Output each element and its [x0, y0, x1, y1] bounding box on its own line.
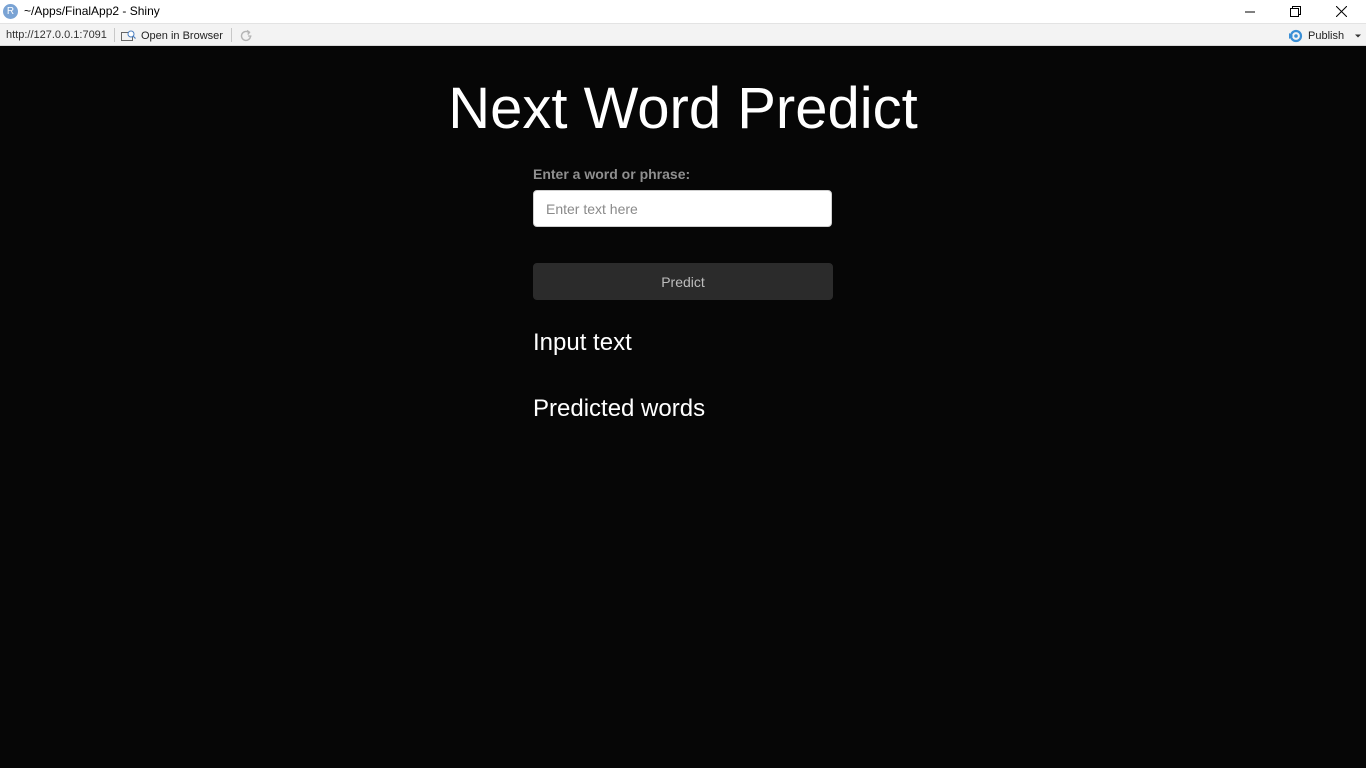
predicted-words-heading: Predicted words	[533, 395, 706, 422]
minimize-button[interactable]	[1227, 0, 1273, 23]
close-button[interactable]	[1318, 0, 1364, 23]
chevron-down-icon	[1355, 34, 1362, 37]
input-text-heading: Input text	[533, 329, 632, 356]
open-in-browser-label: Open in Browser	[141, 29, 223, 42]
phrase-input[interactable]	[533, 190, 832, 227]
restore-button[interactable]	[1272, 0, 1318, 23]
window-title: ~/Apps/FinalApp2 - Shiny	[24, 4, 160, 18]
r-app-icon: R	[3, 4, 18, 19]
input-label: Enter a word or phrase:	[533, 166, 691, 182]
open-in-browser-icon	[121, 30, 136, 41]
open-in-browser-button[interactable]: Open in Browser	[121, 27, 223, 44]
window-titlebar: R ~/Apps/FinalApp2 - Shiny	[0, 0, 1366, 23]
toolbar-divider	[114, 28, 115, 42]
url-display[interactable]: http://127.0.0.1:7091	[6, 29, 107, 41]
publish-button[interactable]: Publish	[1288, 27, 1362, 44]
page-title: Next Word Predict	[448, 76, 918, 141]
app-main: Next Word Predict Enter a word or phrase…	[0, 46, 1366, 768]
publish-label: Publish	[1308, 29, 1345, 42]
publish-icon	[1289, 29, 1303, 42]
viewer-toolbar: http://127.0.0.1:7091 Open in Browser Pu…	[0, 23, 1366, 46]
predict-button[interactable]: Predict	[533, 263, 833, 300]
refresh-icon	[240, 29, 251, 41]
close-icon	[1335, 6, 1347, 17]
restore-icon	[1289, 6, 1301, 17]
minimize-icon	[1245, 11, 1255, 12]
toolbar-divider	[231, 28, 232, 42]
refresh-button[interactable]	[237, 27, 254, 44]
